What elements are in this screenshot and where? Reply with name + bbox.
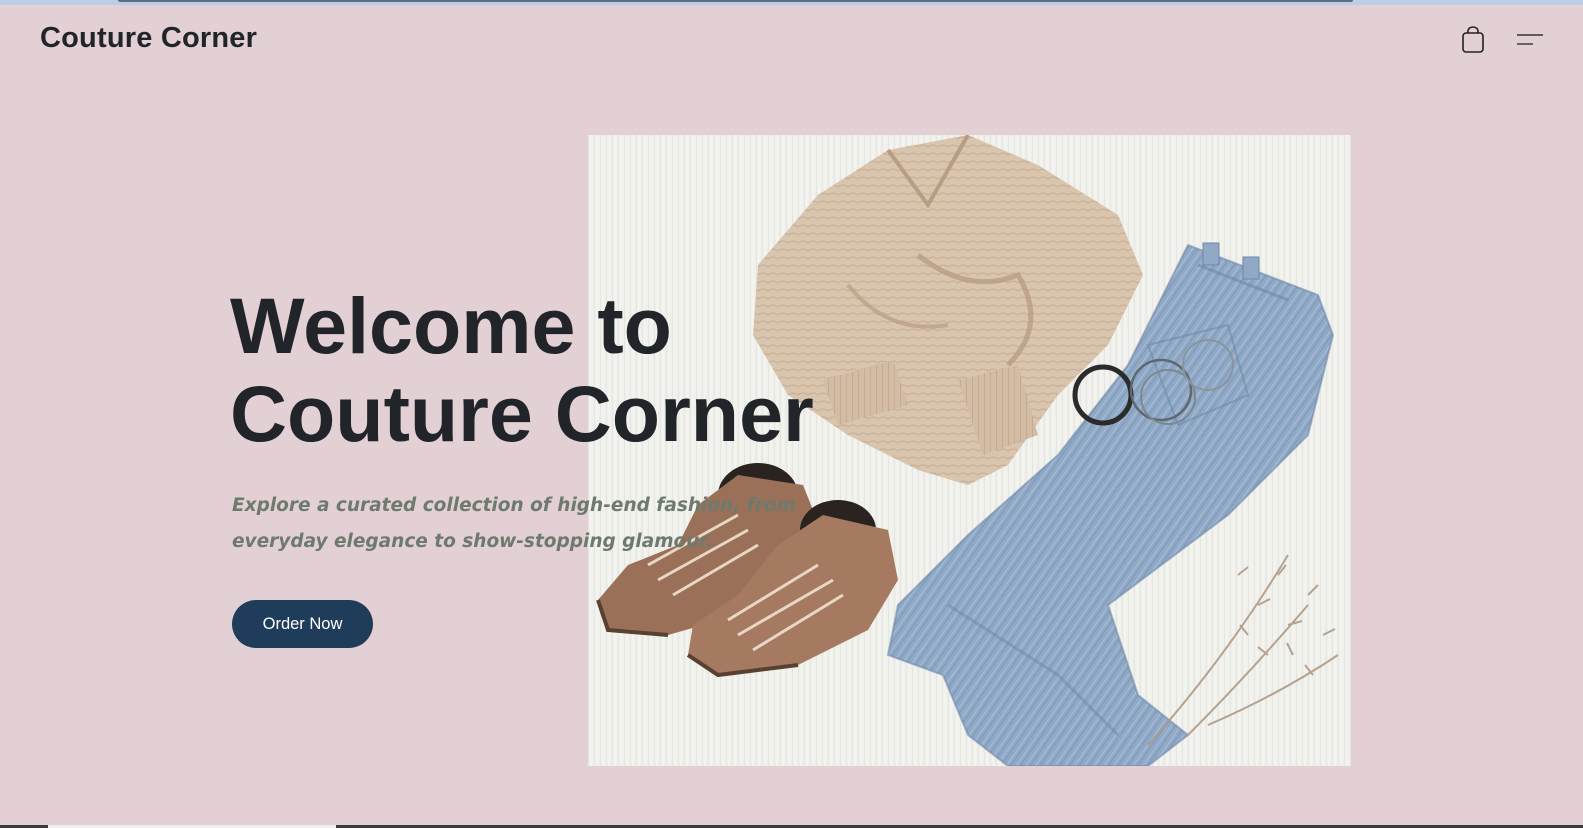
page: Couture Corner Welcome to Couture Corner… — [0, 0, 1583, 828]
hamburger-menu-icon — [1517, 34, 1543, 45]
order-now-button[interactable]: Order Now — [232, 600, 373, 648]
browser-top-strip — [0, 0, 1583, 5]
top-strip-bar — [118, 0, 1353, 2]
hero-title-line-2: Couture Corner — [230, 369, 814, 458]
menu-button[interactable] — [1516, 30, 1544, 50]
hero-title: Welcome to Couture Corner — [230, 282, 870, 458]
hero-title-line-1: Welcome to — [230, 281, 672, 370]
brand-logo[interactable]: Couture Corner — [40, 22, 257, 55]
shopping-bag-icon — [1462, 26, 1484, 53]
cart-button[interactable] — [1460, 26, 1486, 54]
hero-subtitle: Explore a curated collection of high-end… — [232, 495, 796, 552]
